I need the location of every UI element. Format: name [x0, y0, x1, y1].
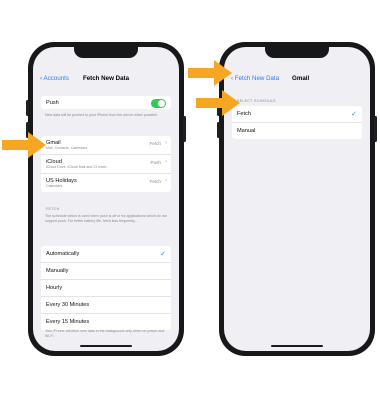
schedule-row-automatically[interactable]: Automatically ✓: [41, 246, 171, 263]
options-group: Fetch ✓ Manual: [232, 106, 362, 139]
account-row-icloud[interactable]: iCloud iCloud Drive, iCloud Mail and 11 …: [41, 155, 171, 174]
account-row-us-holidays[interactable]: US Holidays Calendars Fetch ›: [41, 174, 171, 192]
left-screen: ‹ Accounts Fetch New Data Push New data …: [33, 47, 179, 351]
option-row-fetch[interactable]: Fetch ✓: [232, 106, 362, 123]
back-button[interactable]: ‹ Fetch New Data: [231, 75, 279, 82]
arrow-right-icon: [196, 90, 240, 116]
checkmark-icon: ✓: [160, 251, 166, 258]
schedule-row-every-15-minutes[interactable]: Every 15 Minutes: [41, 314, 171, 330]
page-title: Gmail: [292, 75, 310, 82]
page-title: Fetch New Data: [82, 75, 130, 82]
schedule-row-hourly[interactable]: Hourly: [41, 280, 171, 297]
side-button: [374, 116, 377, 142]
schedule-label: Automatically: [46, 251, 80, 257]
volume-up-button: [26, 100, 29, 116]
left-phone: ‹ Accounts Fetch New Data Push New data …: [26, 42, 186, 356]
chevron-right-icon: ›: [165, 177, 167, 184]
arrow-right-icon: [188, 60, 232, 86]
notch: [265, 47, 329, 58]
push-label: Push: [46, 100, 59, 106]
account-sublabel: Calendars: [46, 184, 63, 188]
home-indicator: [271, 345, 323, 347]
select-schedule-header: SELECT SCHEDULE: [237, 99, 276, 103]
chevron-right-icon: ›: [165, 158, 167, 165]
volume-down-button: [217, 122, 220, 138]
account-value: Fetch: [149, 179, 162, 184]
nav-bar: ‹ Accounts Fetch New Data: [33, 69, 179, 89]
account-value: Fetch: [149, 141, 162, 146]
side-button: [183, 116, 186, 142]
schedule-row-manually[interactable]: Manually: [41, 263, 171, 280]
accounts-group: Gmail Mail, Contacts, Calendars Fetch › …: [41, 136, 171, 192]
home-indicator: [80, 345, 132, 347]
schedule-label: Every 15 Minutes: [46, 319, 90, 325]
nav-bar: ‹ Fetch New Data Gmail: [224, 69, 370, 89]
schedule-group: Automatically ✓ Manually Hourly Every 30…: [41, 246, 171, 330]
checkmark-icon: ✓: [351, 111, 357, 118]
right-phone: ‹ Fetch New Data Gmail SELECT SCHEDULE F…: [217, 42, 377, 356]
bottom-note: Your iPhone will fetch new data in the b…: [45, 329, 165, 338]
option-label: Manual: [237, 128, 256, 134]
right-screen: ‹ Fetch New Data Gmail SELECT SCHEDULE F…: [224, 47, 370, 351]
account-sublabel: iCloud Drive, iCloud Mail and 11 more...: [46, 165, 110, 169]
push-footer: New data will be pushed to your iPhone f…: [45, 113, 159, 117]
arrow-right-icon: [2, 132, 46, 158]
fetch-footer: The schedule below is used when push is …: [45, 214, 167, 223]
account-sublabel: Mail, Contacts, Calendars: [46, 146, 88, 150]
notch: [74, 47, 138, 58]
account-row-gmail[interactable]: Gmail Mail, Contacts, Calendars Fetch ›: [41, 136, 171, 155]
push-toggle[interactable]: [151, 98, 166, 108]
schedule-label: Every 30 Minutes: [46, 302, 90, 308]
schedule-label: Hourly: [46, 285, 63, 291]
option-row-manual[interactable]: Manual: [232, 123, 362, 139]
schedule-row-every-30-minutes[interactable]: Every 30 Minutes: [41, 297, 171, 314]
chevron-right-icon: ›: [165, 139, 167, 146]
account-value: Push: [150, 160, 161, 165]
fetch-header: FETCH: [46, 207, 60, 211]
push-group: Push: [41, 96, 171, 109]
push-row: Push: [41, 96, 171, 109]
schedule-label: Manually: [46, 268, 69, 274]
